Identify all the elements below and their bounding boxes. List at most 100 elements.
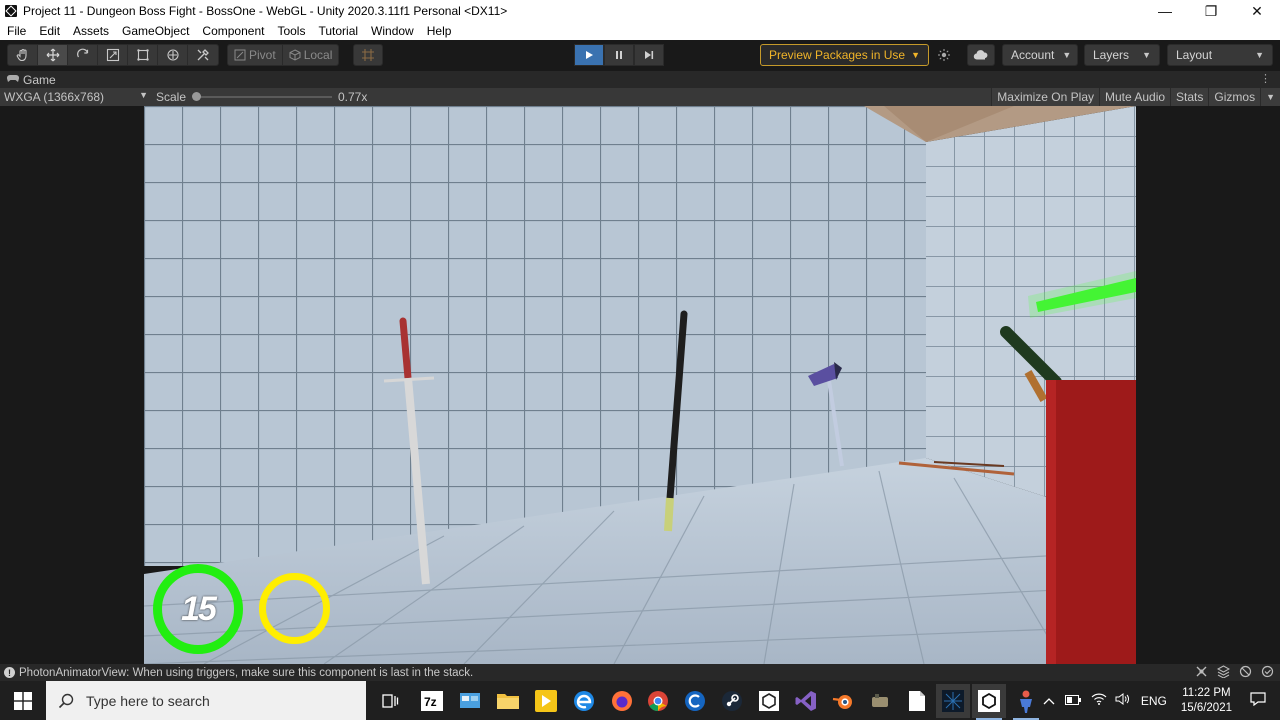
pause-icon bbox=[616, 51, 622, 59]
unity-hub-icon[interactable] bbox=[752, 684, 786, 718]
custom-tool-icon[interactable] bbox=[188, 45, 218, 65]
search-placeholder: Type here to search bbox=[86, 692, 210, 709]
pivot-toggle[interactable]: Pivot bbox=[227, 44, 283, 66]
rect-tool-icon[interactable] bbox=[128, 45, 158, 65]
7zip-icon[interactable]: 7z bbox=[415, 684, 449, 718]
language-indicator[interactable]: ENG bbox=[1141, 694, 1167, 708]
layers-stack-icon[interactable] bbox=[1216, 665, 1231, 681]
gizmos-dropdown-icon[interactable]: ▼ bbox=[1260, 88, 1280, 106]
gaming-app-icon[interactable] bbox=[863, 684, 897, 718]
task-view-icon[interactable] bbox=[373, 684, 407, 718]
move-tool-icon[interactable] bbox=[38, 45, 68, 65]
grid-snap-icon[interactable] bbox=[353, 44, 383, 66]
battery-icon[interactable] bbox=[1064, 694, 1081, 708]
window-title: Project 11 - Dungeon Boss Fight - BossOn… bbox=[23, 4, 508, 18]
windows-start-icon[interactable] bbox=[0, 681, 46, 720]
steam-icon[interactable] bbox=[715, 684, 749, 718]
pivot-mode-group: Pivot Local bbox=[227, 44, 340, 66]
hud-counter: 15 bbox=[181, 589, 217, 628]
scale-label: Scale bbox=[156, 90, 187, 104]
rotate-tool-icon[interactable] bbox=[68, 45, 98, 65]
tab-menu-icon[interactable]: ⋮ bbox=[1260, 72, 1271, 85]
tab-game[interactable]: Game bbox=[23, 73, 56, 87]
game-view-toolbar: WXGA (1366x768) ▼ Scale 0.77x Maximize O… bbox=[0, 88, 1280, 106]
debug-icon[interactable] bbox=[1239, 665, 1252, 681]
edge-browser-icon[interactable] bbox=[567, 684, 601, 718]
menu-tutorial[interactable]: Tutorial bbox=[318, 24, 358, 38]
document-icon[interactable] bbox=[900, 684, 934, 718]
file-explorer-icon[interactable] bbox=[491, 684, 525, 718]
chrome-browser-icon[interactable] bbox=[641, 684, 675, 718]
transform-tool-icon[interactable] bbox=[158, 45, 188, 65]
notification-icon[interactable] bbox=[1250, 692, 1266, 709]
stats-toggle[interactable]: Stats bbox=[1170, 88, 1209, 106]
menu-assets[interactable]: Assets bbox=[73, 24, 109, 38]
control-panel-icon[interactable] bbox=[453, 684, 487, 718]
scale-value: 0.77x bbox=[338, 90, 368, 104]
system-tray: ENG 11:22 PM 15/6/2021 bbox=[1043, 681, 1280, 720]
taskbar-search-input[interactable]: Type here to search bbox=[46, 681, 366, 720]
chevron-down-icon: ▼ bbox=[1062, 50, 1072, 60]
gizmos-toggle[interactable]: Gizmos bbox=[1208, 88, 1261, 106]
dark-app-icon[interactable] bbox=[936, 684, 970, 718]
step-button[interactable] bbox=[634, 44, 664, 66]
menu-help[interactable]: Help bbox=[427, 24, 452, 38]
gamepad-icon bbox=[6, 74, 20, 86]
layers-dropdown[interactable]: Layers ▼ bbox=[1084, 44, 1160, 66]
menu-file[interactable]: File bbox=[7, 24, 26, 38]
menu-component[interactable]: Component bbox=[202, 24, 264, 38]
blue-c-app-icon[interactable] bbox=[678, 684, 712, 718]
scale-slider-track[interactable] bbox=[196, 96, 332, 98]
menu-bar: File Edit Assets GameObject Component To… bbox=[0, 22, 1280, 40]
play-controls bbox=[574, 44, 664, 66]
sun-settings-icon[interactable] bbox=[930, 44, 958, 66]
pause-button[interactable] bbox=[604, 44, 634, 66]
menu-edit[interactable]: Edit bbox=[39, 24, 60, 38]
unity-editor-taskbar-icon[interactable] bbox=[972, 684, 1006, 720]
taskbar-clock[interactable]: 11:22 PM 15/6/2021 bbox=[1181, 686, 1232, 716]
figure-app-icon[interactable] bbox=[1009, 684, 1043, 720]
maximize-button[interactable]: ❐ bbox=[1188, 0, 1234, 22]
local-toggle[interactable]: Local bbox=[282, 44, 340, 66]
layout-dropdown[interactable]: Layout ▼ bbox=[1167, 44, 1273, 66]
search-icon bbox=[58, 693, 74, 708]
network-icon[interactable] bbox=[1195, 665, 1208, 681]
visual-studio-icon[interactable] bbox=[789, 684, 823, 718]
status-icons bbox=[1195, 665, 1274, 681]
local-cube-icon bbox=[289, 49, 301, 61]
blender-icon[interactable] bbox=[826, 684, 860, 718]
title-bar: Project 11 - Dungeon Boss Fight - BossOn… bbox=[0, 0, 1280, 22]
hand-tool-icon[interactable] bbox=[8, 45, 38, 65]
close-button[interactable]: ✕ bbox=[1234, 0, 1280, 22]
maximize-on-play-toggle[interactable]: Maximize On Play bbox=[991, 88, 1099, 106]
play-button[interactable] bbox=[574, 44, 604, 66]
preview-packages-label: Preview Packages in Use bbox=[769, 48, 906, 62]
cloud-icon[interactable] bbox=[967, 44, 995, 66]
layout-label: Layout bbox=[1176, 48, 1213, 62]
console-status-bar[interactable]: ! PhotonAnimatorView: When using trigger… bbox=[0, 664, 1280, 681]
menu-window[interactable]: Window bbox=[371, 24, 414, 38]
game-viewport[interactable]: 15 bbox=[144, 106, 1136, 664]
preview-packages-button[interactable]: Preview Packages in Use ▼ bbox=[760, 44, 929, 66]
unity-editor-window: Project 11 - Dungeon Boss Fight - BossOn… bbox=[0, 0, 1280, 720]
pivot-label: Pivot bbox=[249, 48, 276, 62]
account-dropdown[interactable]: Account ▼ bbox=[1002, 44, 1078, 66]
chevron-up-icon[interactable] bbox=[1043, 694, 1055, 708]
menu-gameobject[interactable]: GameObject bbox=[122, 24, 189, 38]
clock-date: 15/6/2021 bbox=[1180, 701, 1232, 714]
svg-text:7z: 7z bbox=[424, 695, 437, 709]
scale-tool-icon[interactable] bbox=[98, 45, 128, 65]
scale-slider-handle[interactable] bbox=[192, 92, 201, 101]
mute-audio-toggle[interactable]: Mute Audio bbox=[1099, 88, 1171, 106]
wifi-icon[interactable] bbox=[1091, 693, 1107, 708]
chevron-down-icon: ▼ bbox=[1142, 50, 1151, 60]
player-app-icon[interactable] bbox=[529, 684, 563, 718]
firefox-browser-icon[interactable] bbox=[605, 684, 639, 718]
volume-icon[interactable] bbox=[1115, 693, 1131, 708]
resolution-dropdown[interactable]: WXGA (1366x768) ▼ bbox=[4, 90, 148, 104]
hud-secondary-ring bbox=[259, 573, 330, 644]
minimize-button[interactable]: — bbox=[1142, 0, 1188, 22]
step-icon bbox=[645, 51, 654, 59]
check-circle-icon[interactable] bbox=[1261, 665, 1274, 681]
menu-tools[interactable]: Tools bbox=[277, 24, 305, 38]
